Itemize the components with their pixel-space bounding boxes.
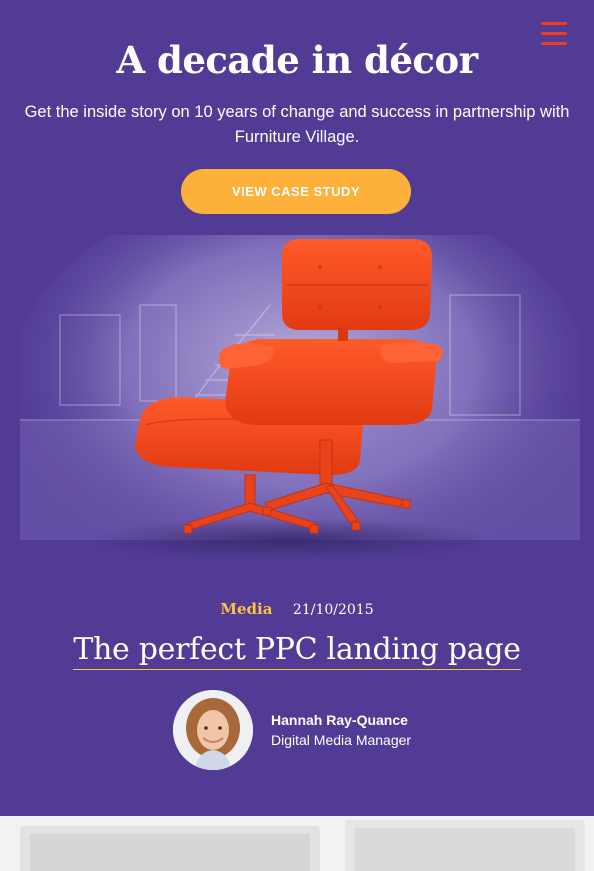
- post-title-link[interactable]: The perfect PPC landing page: [73, 632, 521, 670]
- author-avatar: [173, 690, 253, 770]
- next-section-image: [0, 816, 594, 871]
- author-role: Digital Media Manager: [271, 732, 412, 748]
- chair-hero-image: [20, 235, 580, 575]
- post-category-link[interactable]: Media: [220, 600, 272, 618]
- view-case-study-button[interactable]: VIEW CASE STUDY: [181, 169, 411, 214]
- hero-section: A decade in décor Get the inside story o…: [0, 0, 594, 816]
- hero-subtitle: Get the inside story on 10 years of chan…: [24, 103, 570, 146]
- hero-title: A decade in décor: [116, 38, 478, 82]
- author-block: Hannah Ray-Quance Digital Media Manager: [173, 690, 473, 770]
- post-meta: Media 21/10/2015: [0, 600, 594, 618]
- post-date: 21/10/2015: [292, 602, 374, 618]
- author-name: Hannah Ray-Quance: [271, 712, 408, 728]
- post-title: The perfect PPC landing page: [0, 632, 594, 670]
